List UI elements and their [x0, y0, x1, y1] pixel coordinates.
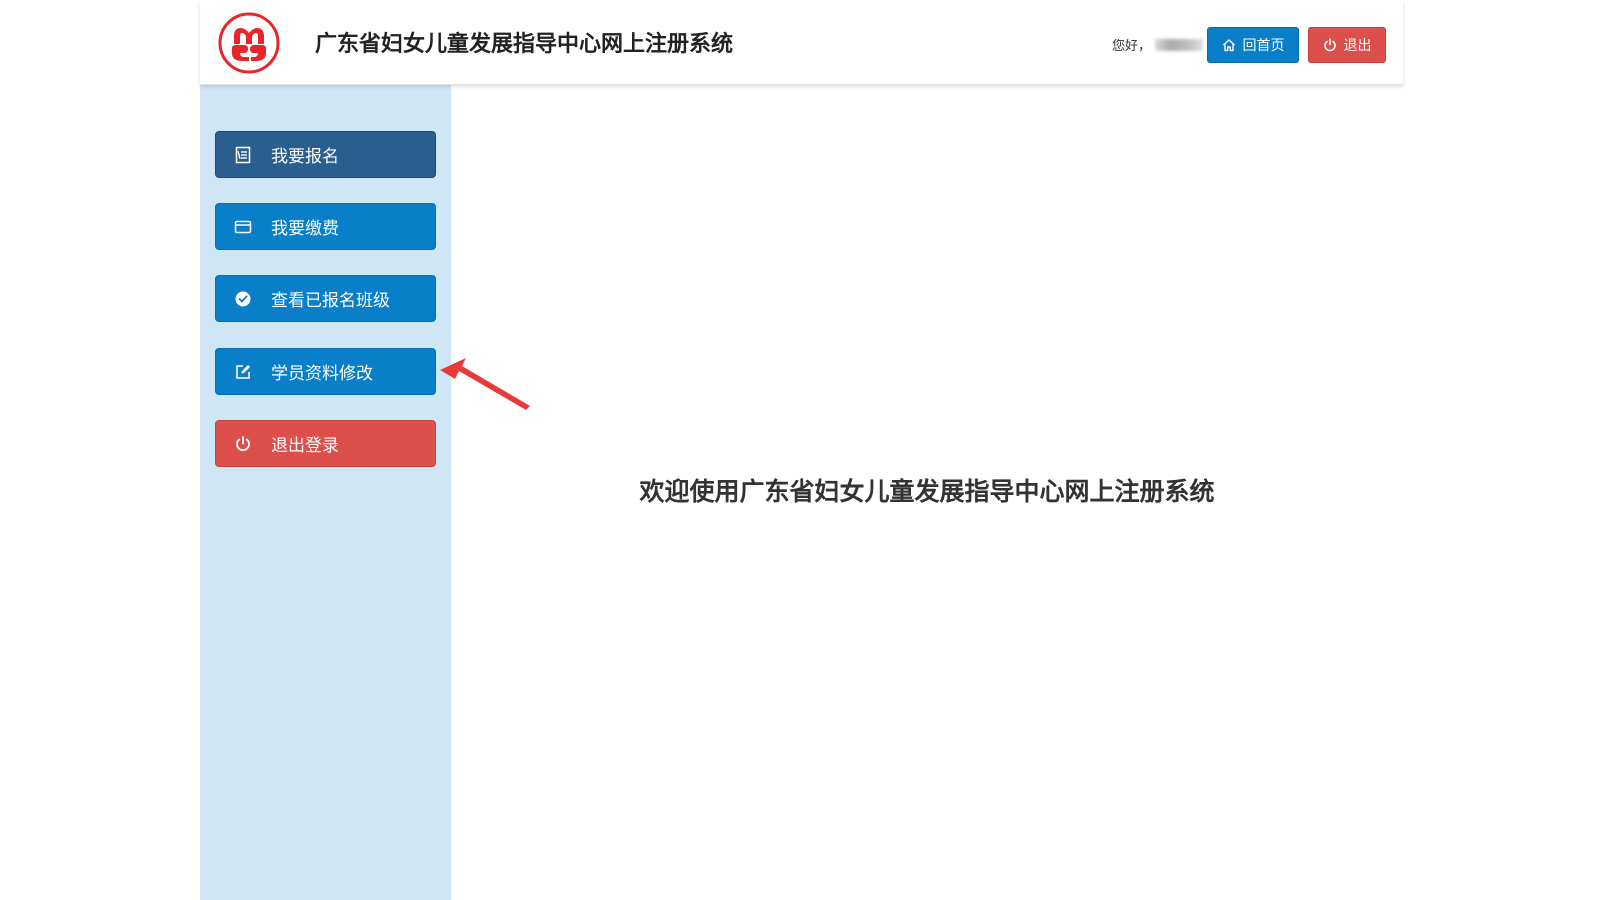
home-button[interactable]: 回首页: [1207, 27, 1299, 63]
app-frame: 广东省妇女儿童发展指导中心网上注册系统 您好， 回首页 退出 我要报名 我要缴费…: [200, 0, 1403, 900]
logo-icon: [218, 12, 280, 74]
nav-signup-label: 我要报名: [271, 147, 339, 167]
home-button-label: 回首页: [1242, 37, 1285, 53]
nav-enrolled-classes-button[interactable]: 查看已报名班级: [215, 275, 436, 322]
annotation-arrow-icon: [440, 358, 530, 410]
top-header: 广东省妇女儿童发展指导中心网上注册系统 您好， 回首页 退出: [200, 0, 1403, 85]
nav-payment-label: 我要缴费: [271, 219, 339, 239]
greeting-text: 您好，: [1112, 39, 1152, 54]
sidebar: 我要报名 我要缴费 查看已报名班级 学员资料修改 退出登录: [200, 85, 451, 900]
logout-button[interactable]: 退出: [1308, 27, 1386, 63]
nav-enrolled-classes-label: 查看已报名班级: [271, 291, 390, 311]
home-icon: [1222, 39, 1235, 52]
site-title: 广东省妇女儿童发展指导中心网上注册系统: [315, 32, 734, 57]
nav-signup-button[interactable]: 我要报名: [215, 131, 436, 178]
username-redacted: [1155, 38, 1204, 51]
user-greeting: 您好，: [1112, 35, 1204, 54]
logout-button-label: 退出: [1343, 37, 1372, 53]
nav-edit-profile-label: 学员资料修改: [271, 364, 373, 384]
nav-edit-profile-button[interactable]: 学员资料修改: [215, 348, 436, 395]
nav-logout-button[interactable]: 退出登录: [215, 420, 436, 467]
signup-icon: [234, 146, 252, 164]
power-icon: [1323, 38, 1336, 52]
check-circle-icon: [234, 290, 252, 308]
nav-logout-label: 退出登录: [271, 436, 339, 456]
welcome-message: 欢迎使用广东省妇女儿童发展指导中心网上注册系统: [639, 477, 1215, 506]
edit-icon: [234, 363, 252, 381]
card-icon: [234, 218, 252, 236]
nav-payment-button[interactable]: 我要缴费: [215, 203, 436, 250]
power-icon: [234, 435, 252, 453]
